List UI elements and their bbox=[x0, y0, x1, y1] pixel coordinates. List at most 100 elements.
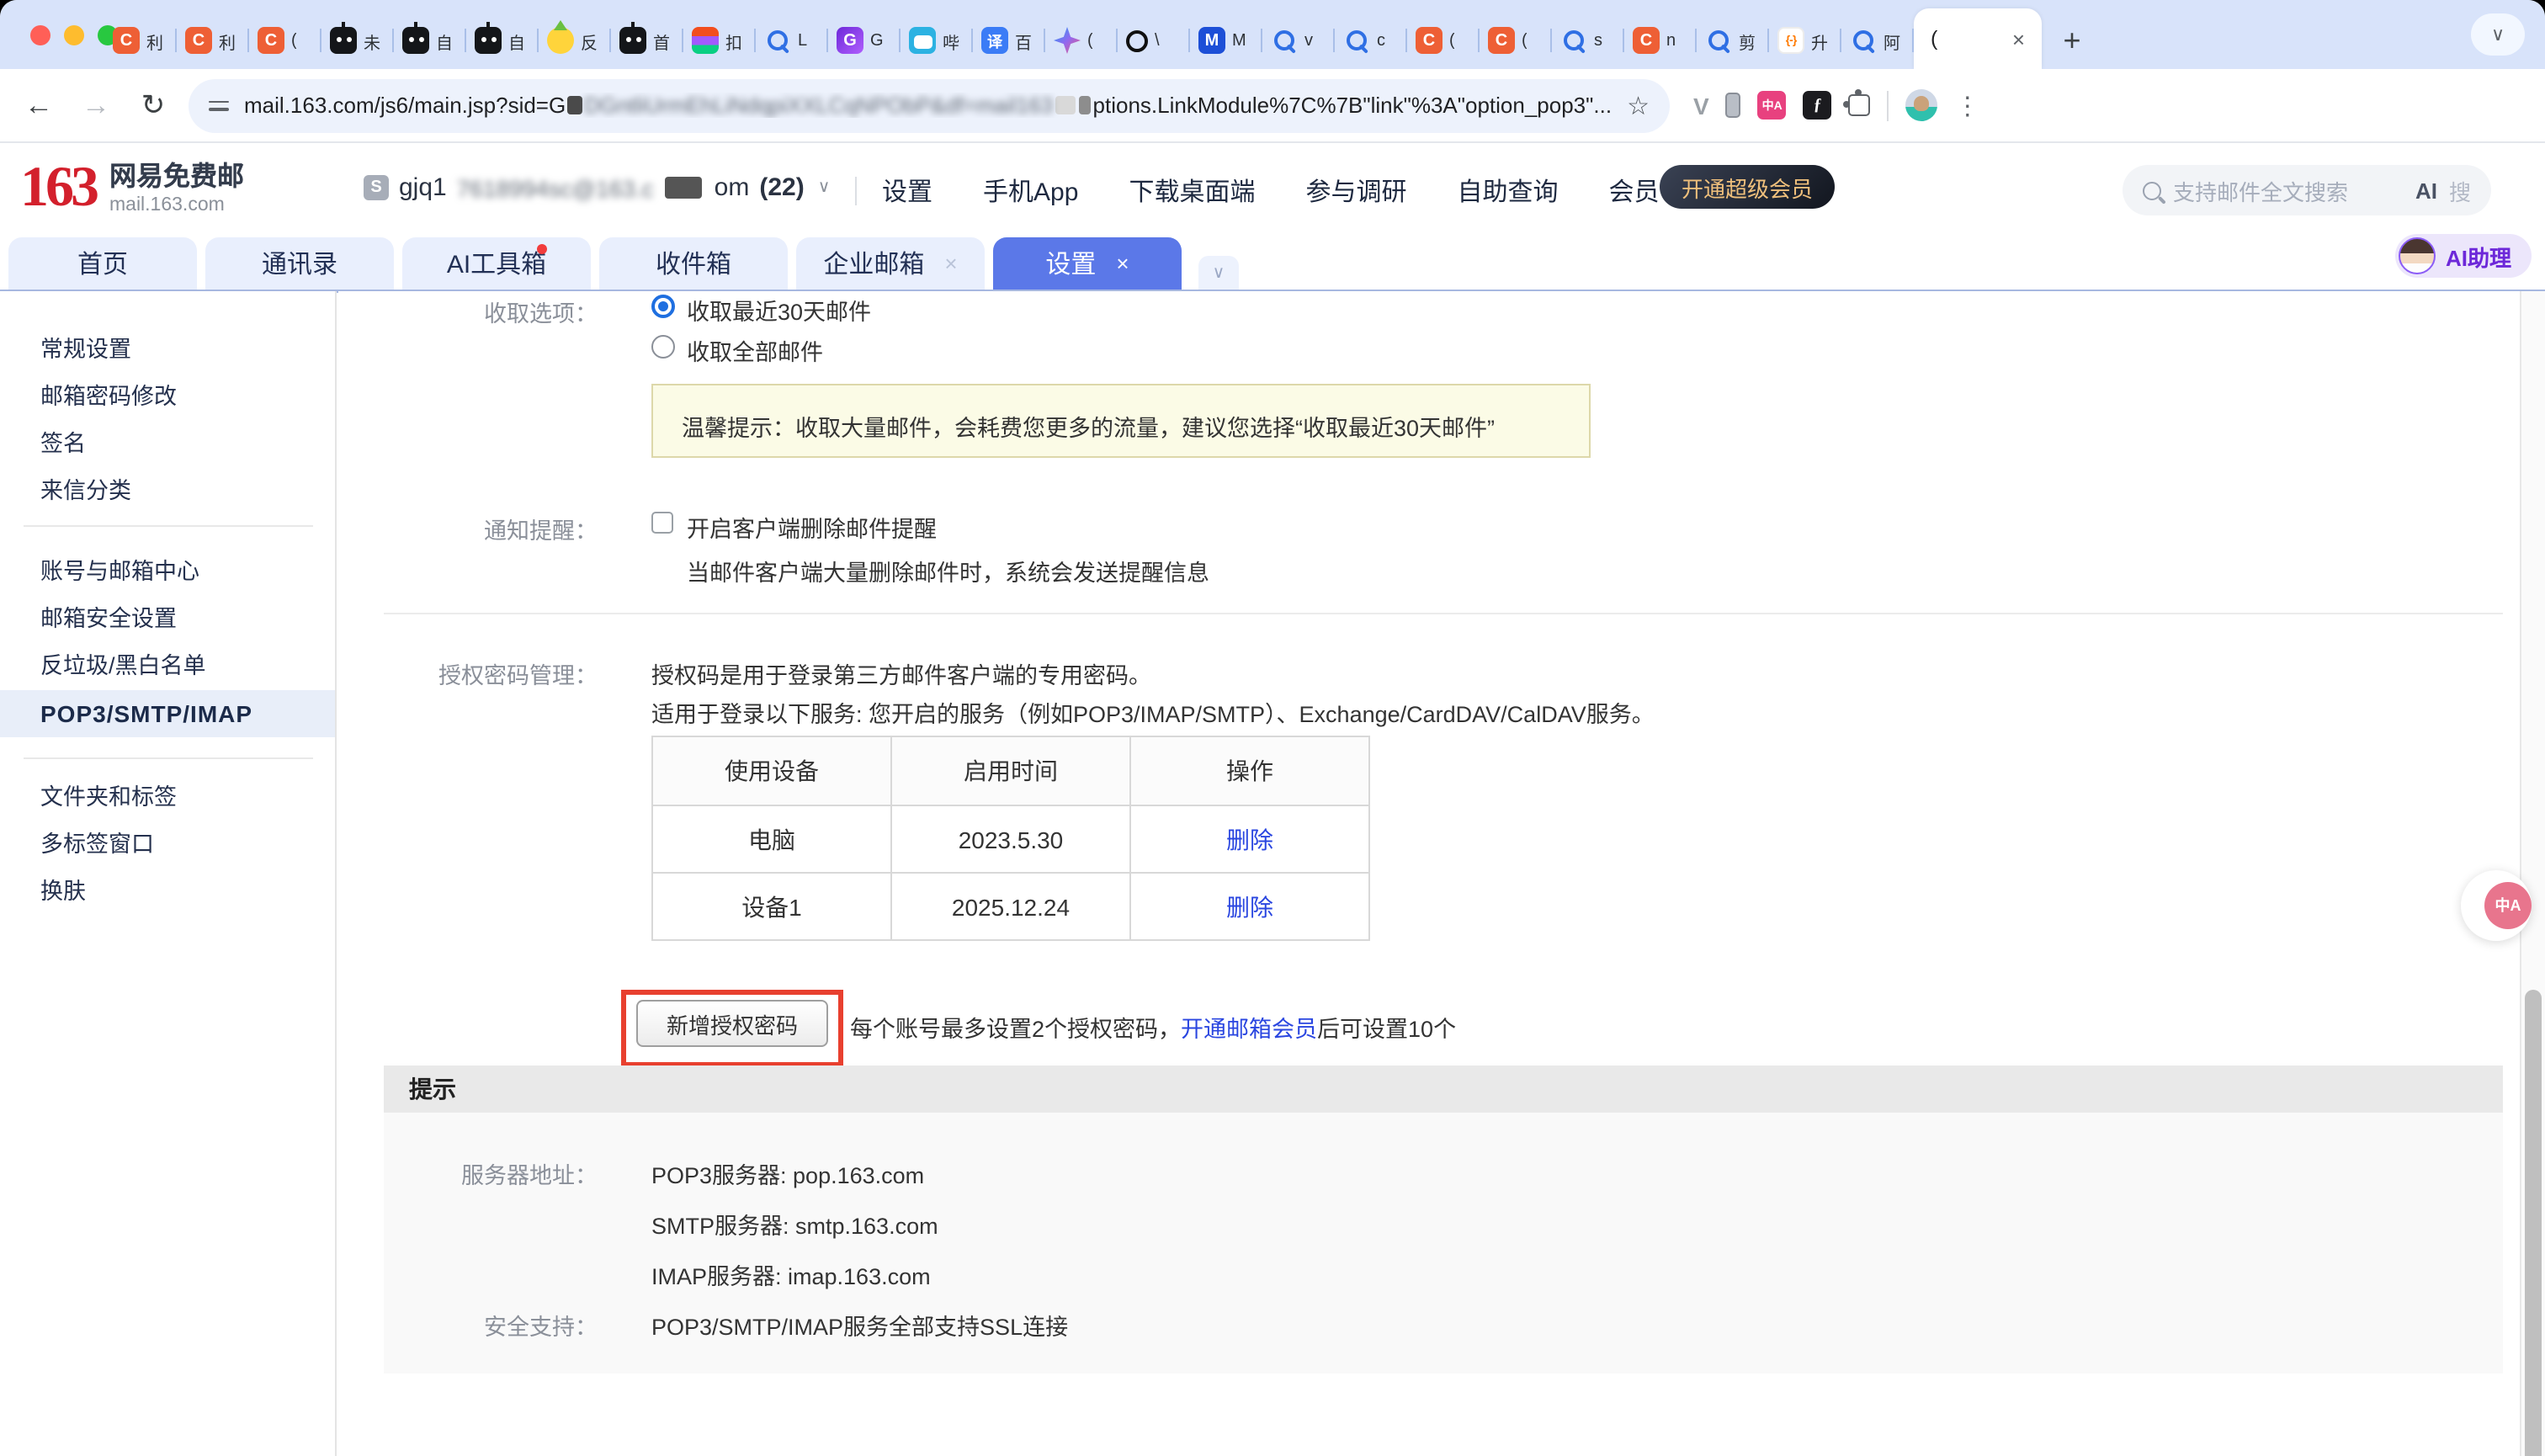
browser-tab[interactable]: {-}升 bbox=[1769, 12, 1841, 69]
browser-tab[interactable]: c bbox=[1335, 12, 1407, 69]
browser-menu-icon[interactable]: ⋮ bbox=[1955, 90, 1980, 120]
browser-tab[interactable]: 首 bbox=[611, 12, 683, 69]
logo-number: 163 bbox=[20, 155, 96, 222]
browser-tab[interactable]: L bbox=[756, 12, 828, 69]
delete-link[interactable]: 删除 bbox=[1226, 826, 1273, 853]
scrollbar-track[interactable] bbox=[2520, 291, 2545, 1456]
back-icon[interactable]: ← bbox=[17, 83, 61, 127]
robot-icon bbox=[475, 27, 502, 54]
bookmark-star-icon[interactable]: ☆ bbox=[1627, 90, 1650, 120]
sidebar-item-POP3/SMTP/IMAP[interactable]: POP3/SMTP/IMAP bbox=[0, 690, 335, 737]
extensions-puzzle-icon[interactable] bbox=[1849, 94, 1871, 116]
address-bar[interactable]: mail.163.com/js6/main.jsp?sid=G DGntliUr… bbox=[189, 78, 1670, 132]
browser-toolbar: ← → ↻ mail.163.com/js6/main.jsp?sid=G DG… bbox=[0, 69, 2545, 143]
header-nav-1[interactable]: 手机App bbox=[983, 173, 1078, 209]
url-redaction-block bbox=[1055, 96, 1075, 114]
robot-icon bbox=[330, 27, 357, 54]
extension-phone-icon[interactable] bbox=[1726, 93, 1741, 118]
browser-tab[interactable]: 译百 bbox=[973, 12, 1045, 69]
mail-tab-label: 企业邮箱 bbox=[823, 246, 924, 281]
browser-tab[interactable]: C( bbox=[1480, 12, 1552, 69]
open-mail-vip-link[interactable]: 开通邮箱会员 bbox=[1181, 1017, 1317, 1042]
browser-tab[interactable]: 哔 bbox=[901, 12, 973, 69]
browser-tab[interactable]: s bbox=[1552, 12, 1624, 69]
sidebar-item-邮箱密码修改[interactable]: 邮箱密码修改 bbox=[0, 374, 335, 421]
tab-overflow-chevron-icon[interactable]: ∨ bbox=[2471, 13, 2525, 56]
browser-tab[interactable]: 反 bbox=[539, 12, 611, 69]
sidebar-item-文件夹和标签[interactable]: 文件夹和标签 bbox=[0, 774, 335, 821]
action-cell: 删除 bbox=[1130, 873, 1369, 940]
browser-tab[interactable]: GG bbox=[828, 12, 901, 69]
site-settings-icon[interactable] bbox=[209, 95, 229, 115]
ai-assistant-button[interactable]: AI助理 bbox=[2395, 234, 2532, 278]
mail-tab-企业邮箱[interactable]: 企业邮箱 × bbox=[796, 237, 985, 290]
browser-tab[interactable]: C( bbox=[249, 12, 321, 69]
browser-tab[interactable]: 未 bbox=[321, 12, 394, 69]
browser-tab[interactable]: C( bbox=[1407, 12, 1480, 69]
browser-tab[interactable]: 自 bbox=[466, 12, 539, 69]
browser-tab[interactable]: 自 bbox=[394, 12, 466, 69]
table-row: 设备12025.12.24删除 bbox=[652, 873, 1369, 940]
close-tab-icon[interactable]: × bbox=[1116, 251, 1129, 276]
sidebar-item-签名[interactable]: 签名 bbox=[0, 421, 335, 468]
mail-search-box[interactable]: 支持邮件全文搜索 AI 搜 bbox=[2123, 165, 2491, 215]
header-nav-4[interactable]: 自助查询 bbox=[1458, 173, 1559, 209]
browser-tab[interactable]: Cn bbox=[1624, 12, 1697, 69]
forward-icon[interactable]: → bbox=[74, 83, 118, 127]
radio-all-mail[interactable] bbox=[651, 335, 675, 359]
minimize-window-button[interactable] bbox=[64, 25, 84, 45]
browser-tab[interactable]: 阿 bbox=[1841, 12, 1914, 69]
super-vip-button[interactable]: 开通超级会员 bbox=[1660, 165, 1835, 209]
new-tab-button[interactable]: + bbox=[2048, 17, 2096, 64]
extension-fn-icon[interactable]: ƒ bbox=[1804, 91, 1832, 120]
scrollbar-thumb[interactable] bbox=[2525, 990, 2542, 1456]
delete-reminder-desc: 当邮件客户端大量删除邮件时，系统会发送提醒信息 bbox=[687, 554, 1209, 587]
browser-tab[interactable]: C利 bbox=[177, 12, 249, 69]
close-tab-icon[interactable]: × bbox=[2012, 26, 2025, 51]
notification-dot bbox=[537, 244, 547, 254]
active-browser-tab[interactable]: ( × bbox=[1914, 8, 2042, 69]
delete-link[interactable]: 删除 bbox=[1226, 893, 1273, 920]
mail-tab-设置[interactable]: 设置× bbox=[993, 237, 1182, 290]
mail-tab-首页[interactable]: 首页 bbox=[8, 237, 197, 290]
browser-tab[interactable]: MM bbox=[1190, 12, 1262, 69]
profile-avatar[interactable] bbox=[1906, 89, 1938, 121]
sidebar-item-常规设置[interactable]: 常规设置 bbox=[0, 327, 335, 374]
close-tab-icon[interactable]: × bbox=[944, 251, 957, 276]
browser-tab[interactable]: 剪 bbox=[1697, 12, 1769, 69]
mail-tab-通讯录[interactable]: 通讯录 bbox=[205, 237, 394, 290]
browser-tab[interactable]: \ bbox=[1118, 12, 1190, 69]
reload-icon[interactable]: ↻ bbox=[131, 83, 175, 127]
extension-v-icon[interactable]: V bbox=[1693, 92, 1709, 119]
browser-tab[interactable]: v bbox=[1262, 12, 1335, 69]
sidebar-item-邮箱安全设置[interactable]: 邮箱安全设置 bbox=[0, 596, 335, 643]
chevron-down-icon: ∨ bbox=[818, 178, 831, 197]
browser-tab[interactable]: 扣 bbox=[683, 12, 756, 69]
header-nav-3[interactable]: 参与调研 bbox=[1305, 173, 1406, 209]
sidebar-item-来信分类[interactable]: 来信分类 bbox=[0, 468, 335, 515]
delete-reminder-checkbox[interactable] bbox=[651, 512, 673, 534]
close-window-button[interactable] bbox=[30, 25, 50, 45]
browser-tab-strip: C利C利C(未自自反首扣LGG哔译百(\MMvcC(C(sCn剪{-}升阿 ( … bbox=[104, 0, 2099, 69]
browser-tab[interactable]: ( bbox=[1045, 12, 1118, 69]
mail-tab-收件箱[interactable]: 收件箱 bbox=[599, 237, 788, 290]
translate-extension-icon[interactable]: 中A bbox=[1758, 91, 1787, 120]
radio-recent-30-days[interactable] bbox=[651, 295, 675, 318]
header-nav-0[interactable]: 设置 bbox=[882, 173, 932, 209]
sidebar-item-账号与邮箱中心[interactable]: 账号与邮箱中心 bbox=[0, 549, 335, 596]
add-auth-password-button[interactable]: 新增授权密码 bbox=[636, 1000, 828, 1047]
account-switcher[interactable]: S gjq1 7618994sc@163.c om (22) ∨ bbox=[364, 173, 830, 202]
openai-icon bbox=[1126, 29, 1148, 51]
float-translate-icon[interactable]: 中A bbox=[2484, 882, 2532, 929]
robot-icon bbox=[402, 27, 429, 54]
mail-tab-chevron-icon[interactable]: ∨ bbox=[1198, 256, 1239, 290]
claude-icon: C bbox=[185, 27, 212, 54]
sidebar-item-反垃圾/黑白名单[interactable]: 反垃圾/黑白名单 bbox=[0, 643, 335, 690]
sidebar-item-换肤[interactable]: 换肤 bbox=[0, 869, 335, 916]
header-nav-2[interactable]: 下载桌面端 bbox=[1129, 173, 1255, 209]
logo-163[interactable]: 163 网易免费邮 mail.163.com bbox=[20, 155, 244, 222]
browser-tab[interactable]: C利 bbox=[104, 12, 177, 69]
browser-tab-title: ( bbox=[291, 31, 297, 50]
sidebar-item-多标签窗口[interactable]: 多标签窗口 bbox=[0, 821, 335, 869]
mail-tab-AI工具箱[interactable]: AI工具箱 bbox=[402, 237, 591, 290]
